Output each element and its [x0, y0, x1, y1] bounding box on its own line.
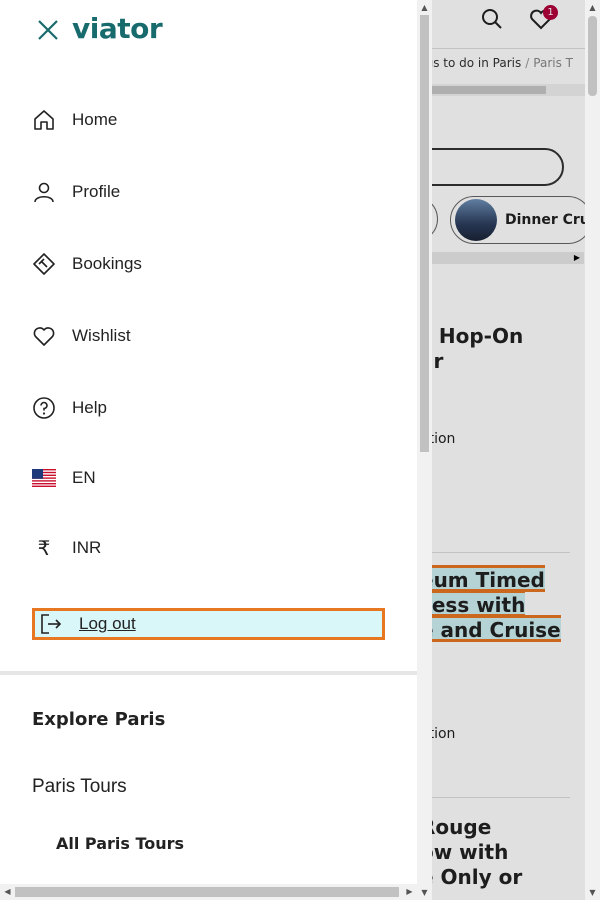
menu-item-label: INR: [72, 538, 102, 557]
menu-item-label: Home: [72, 110, 118, 129]
viator-logo[interactable]: viator: [72, 12, 163, 45]
menu-item-label: Profile: [72, 182, 121, 201]
logout-icon: [39, 613, 63, 635]
heart-icon: [32, 324, 56, 348]
logout-button[interactable]: Log out: [32, 608, 385, 640]
menu-item-profile[interactable]: Profile: [32, 175, 120, 209]
menu-item-language[interactable]: EN: [32, 461, 96, 495]
us-flag-icon: [32, 466, 56, 490]
menu-item-home[interactable]: Home: [32, 103, 117, 137]
drawer-horizontal-scrollbar[interactable]: ◀ ▶: [0, 884, 417, 900]
close-button[interactable]: [34, 18, 62, 46]
menu-item-wishlist[interactable]: Wishlist: [32, 319, 131, 353]
bookings-icon: [32, 252, 56, 276]
menu-item-label: Wishlist: [72, 326, 131, 345]
paris-tours-link[interactable]: Paris Tours: [32, 776, 127, 798]
menu-item-bookings[interactable]: Bookings: [32, 247, 142, 281]
home-icon: [32, 108, 56, 132]
rupee-icon: ₹: [37, 536, 51, 560]
menu-item-label: EN: [72, 468, 96, 487]
menu-item-label: Help: [72, 398, 107, 417]
menu-item-label: Bookings: [72, 254, 142, 273]
all-paris-tours-link[interactable]: All Paris Tours: [56, 834, 184, 853]
section-divider: [0, 671, 417, 675]
profile-icon: [32, 180, 56, 204]
menu-item-help[interactable]: Help: [32, 391, 107, 425]
logout-label: Log out: [79, 614, 136, 633]
close-icon: [36, 18, 60, 46]
drawer-vertical-scrollbar[interactable]: ▲ ▼: [417, 0, 432, 900]
help-icon: [32, 396, 56, 420]
navigation-drawer: viator Home Profile Bookings Wishlist He…: [0, 0, 417, 900]
explore-heading: Explore Paris: [32, 709, 166, 730]
menu-item-currency[interactable]: ₹ INR: [32, 531, 102, 565]
page-scrollbar[interactable]: ▲ ▼: [585, 0, 600, 900]
